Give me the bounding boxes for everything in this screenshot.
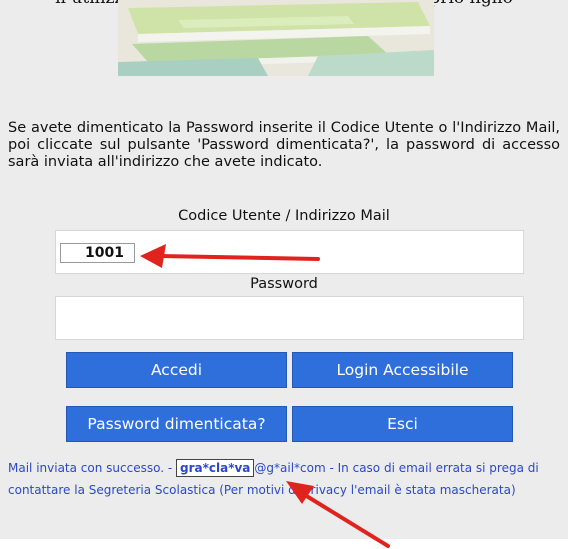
annotation-arrows (140, 244, 390, 548)
arrow-to-masked-email (286, 481, 390, 548)
arrow-to-user-code (140, 244, 320, 268)
